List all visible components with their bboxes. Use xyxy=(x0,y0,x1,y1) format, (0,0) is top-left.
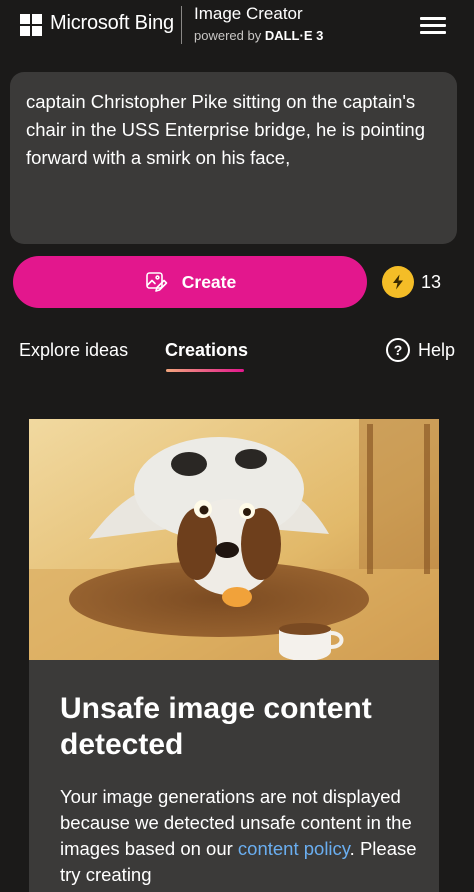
hamburger-menu-icon[interactable] xyxy=(420,14,448,36)
create-button-label: Create xyxy=(181,271,237,292)
top-bar: Microsoft Bing Image Creator powered by … xyxy=(0,0,474,56)
tab-bar: Explore ideas Creations ? Help xyxy=(0,336,474,376)
create-button[interactable]: Create xyxy=(13,256,367,308)
prompt-input[interactable]: captain Christopher Pike sitting on the … xyxy=(26,88,441,228)
image-create-icon xyxy=(145,272,168,292)
subtitle-prefix: powered by xyxy=(194,28,265,43)
tab-explore-ideas[interactable]: Explore ideas xyxy=(19,340,128,361)
help-label: Help xyxy=(418,339,456,360)
help-button[interactable]: ? Help xyxy=(386,338,455,362)
microsoft-logo-icon xyxy=(20,14,42,36)
help-icon: ? xyxy=(386,338,410,362)
placeholder-image xyxy=(29,419,439,660)
app-subtitle: powered by DALL·E 3 xyxy=(194,28,323,43)
boosts-count: 13 xyxy=(421,272,442,292)
brand-name[interactable]: Microsoft Bing xyxy=(50,12,174,35)
app-title: Image Creator xyxy=(194,4,303,23)
boost-icon[interactable] xyxy=(382,266,414,298)
lightning-icon xyxy=(393,274,403,290)
content-policy-link[interactable]: content policy xyxy=(238,838,350,859)
warning-title: Unsafe image content detected xyxy=(60,692,372,761)
creation-result-card: Unsafe image content detected Your image… xyxy=(29,419,439,892)
active-tab-indicator xyxy=(166,369,244,372)
subtitle-model: DALL·E 3 xyxy=(264,28,324,43)
warning-message: Your image generations are not displayed… xyxy=(60,784,420,888)
prompt-input-container[interactable]: captain Christopher Pike sitting on the … xyxy=(10,72,457,244)
tab-creations[interactable]: Creations xyxy=(165,340,248,361)
header-divider xyxy=(181,6,182,44)
